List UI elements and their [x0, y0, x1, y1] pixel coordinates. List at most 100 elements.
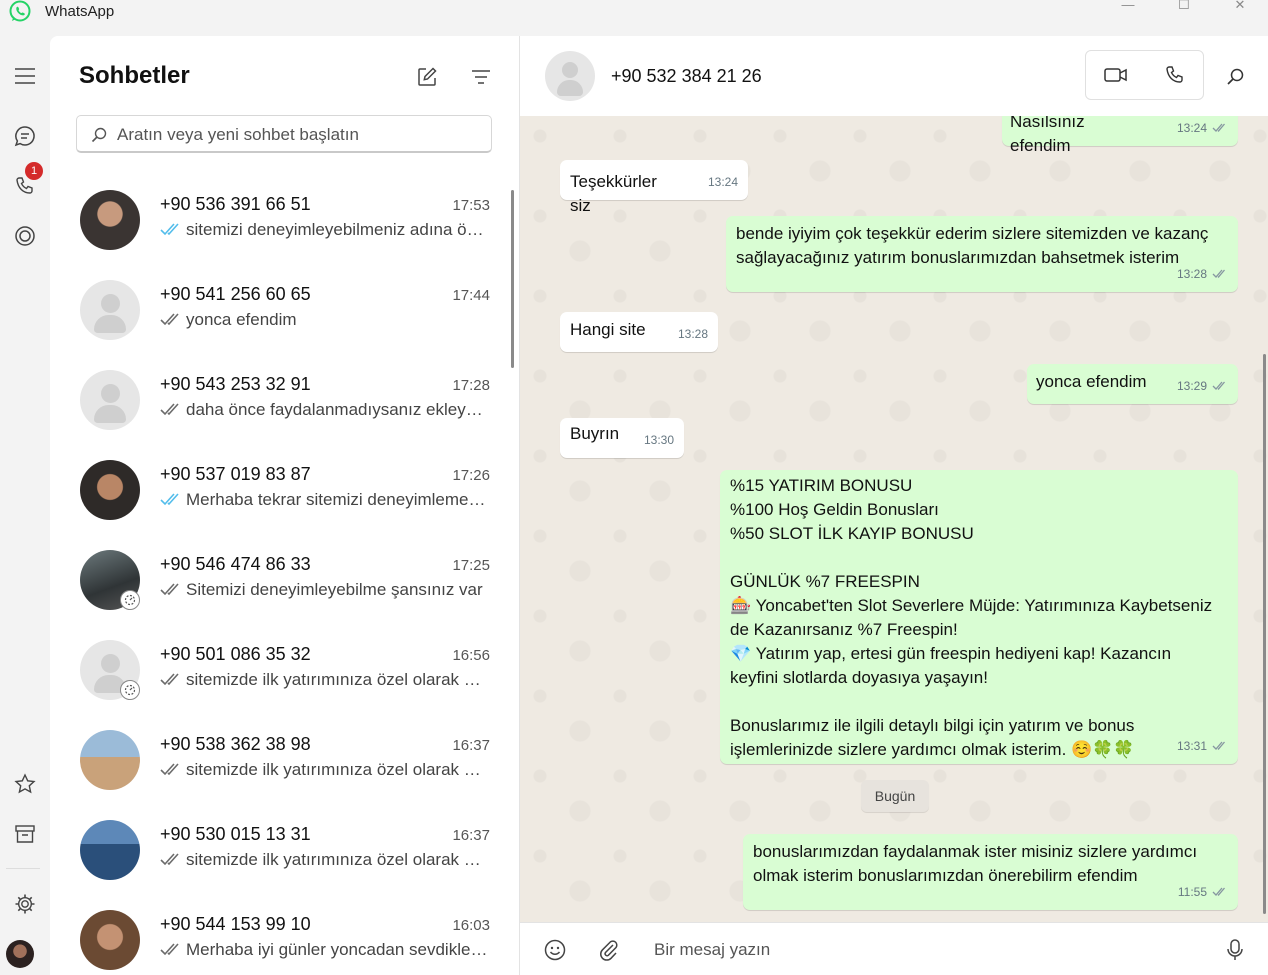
chat-preview: sitemizde ilk yatırımınıza özel olarak b… — [160, 760, 490, 781]
chat-preview: yonca efendim — [160, 310, 490, 331]
chat-preview-text: sitemizde ilk yatırımınıza özel olarak b… — [186, 670, 490, 689]
delivered-receipt-icon — [1212, 734, 1228, 758]
disappearing-timer-icon — [120, 590, 140, 610]
incoming-message[interactable]: Teşekkürler siz 13:24 — [560, 160, 748, 215]
chat-list-item[interactable]: +90 537 019 83 87 17:26 Merhaba tekrar sit… — [80, 460, 490, 540]
search-in-chat-button[interactable] — [1220, 62, 1250, 92]
chats-nav-button[interactable] — [7, 118, 43, 154]
delivered-receipt-icon — [160, 311, 182, 331]
close-button[interactable]: ✕ — [1217, 0, 1263, 14]
message-meta: 13:31 — [1177, 734, 1228, 758]
chat-list-item[interactable]: +90 544 153 99 10 16:03 Merhaba iyi günler… — [80, 910, 490, 975]
menu-button[interactable] — [7, 58, 43, 94]
emoji-button[interactable] — [540, 935, 570, 965]
chat-list-item[interactable]: +90 536 391 66 51 17:53 sitemizi deneyimle… — [80, 190, 490, 270]
search-box[interactable] — [76, 115, 492, 154]
chat-list-item[interactable]: +90 543 253 32 91 17:28 daha önce faydalan… — [80, 370, 490, 450]
delivered-receipt-icon — [1212, 262, 1228, 286]
outgoing-message[interactable]: bonuslarımızdan faydalanmak ister misini… — [743, 834, 1238, 910]
attach-button[interactable] — [594, 935, 624, 965]
chat-preview: daha önce faydalanmadıysanız ekleyebilir… — [160, 400, 490, 421]
profile-avatar[interactable] — [6, 940, 34, 968]
phone-icon — [1165, 66, 1183, 83]
star-icon — [14, 773, 36, 794]
chat-preview: Sitemizi deneyimleyebilme şansınız var — [160, 580, 490, 601]
chat-avatar — [80, 190, 140, 250]
delivered-receipt-icon — [1212, 880, 1228, 904]
delivered-receipt-icon — [160, 941, 182, 961]
chat-preview-text: Merhaba tekrar sitemizi deneyimlemek ist… — [186, 490, 490, 509]
voice-message-button[interactable] — [1220, 935, 1250, 965]
message-text: Hangi site — [570, 320, 646, 339]
calls-nav-button[interactable]: 1 — [7, 162, 43, 204]
chat-preview-text: Sitemizi deneyimleyebilme şansınız var — [186, 580, 483, 599]
chat-list-item[interactable]: +90 530 015 13 31 16:37 sitemizde ilk yatı… — [80, 820, 490, 900]
day-separator: Bugün — [861, 780, 929, 812]
filter-button[interactable] — [466, 62, 496, 92]
contact-avatar[interactable] — [545, 51, 595, 101]
message-scrollbar[interactable] — [1263, 354, 1266, 914]
chat-preview: Merhaba iyi günler yoncadan sevdiklerini… — [160, 940, 490, 961]
chat-preview: Merhaba tekrar sitemizi deneyimlemek ist… — [160, 490, 490, 511]
new-chat-button[interactable] — [412, 62, 442, 92]
search-input[interactable] — [115, 116, 479, 154]
chat-list-item[interactable]: +90 541 256 60 65 17:44 yonca efendim — [80, 280, 490, 360]
message-time: 13:28 — [677, 327, 708, 341]
chat-name: +90 546 474 86 33 — [160, 554, 311, 574]
status-nav-button[interactable] — [7, 218, 43, 254]
chat-time: 17:26 — [452, 467, 490, 484]
search-icon — [91, 127, 107, 143]
search-icon — [1227, 68, 1244, 85]
chat-list-item[interactable]: +90 546 474 86 33 17:25 Sitemizi deneyimle… — [80, 550, 490, 630]
settings-button[interactable] — [7, 886, 43, 922]
chat-name: +90 537 019 83 87 — [160, 464, 311, 484]
chat-avatar — [80, 460, 140, 520]
chat-name: +90 541 256 60 65 — [160, 284, 311, 304]
outgoing-message[interactable]: yonca efendim 13:29 — [1027, 364, 1238, 404]
delivered-receipt-icon — [160, 401, 182, 421]
maximize-button[interactable]: ☐ — [1161, 0, 1207, 14]
hamburger-icon — [15, 68, 35, 84]
message-time: 13:29 — [1176, 379, 1207, 393]
filter-icon — [472, 70, 490, 84]
message-meta: 13:28 — [678, 322, 708, 346]
message-meta: 13:29 — [1177, 374, 1228, 398]
message-text: bende iyiyim çok teşekkür ederim sizlere… — [736, 224, 1209, 267]
minimize-button[interactable]: — — [1105, 0, 1151, 14]
chat-name: +90 530 015 13 31 — [160, 824, 311, 844]
message-time: 13:31 — [1176, 739, 1207, 753]
starred-messages-button[interactable] — [7, 766, 43, 802]
nav-rail: 1 — [0, 36, 50, 975]
message-text: Buyrın — [570, 424, 620, 443]
message-time: 13:24 — [707, 175, 738, 189]
outgoing-message[interactable]: Nasılsınız efendim 13:24 — [1002, 116, 1238, 155]
outgoing-message[interactable]: %15 YATIRIM BONUSU %100 Hoş Geldin Bonus… — [720, 470, 1238, 764]
chat-list-item[interactable]: +90 538 362 38 98 16:37 sitemizde ilk yatı… — [80, 730, 490, 810]
message-meta: 13:30 — [644, 428, 674, 452]
outgoing-message[interactable]: bende iyiyim çok teşekkür ederim sizlere… — [726, 216, 1238, 292]
chat-list-scrollbar[interactable] — [511, 190, 514, 368]
chat-time: 16:37 — [452, 827, 490, 844]
chat-time: 16:37 — [452, 737, 490, 754]
paperclip-icon — [600, 940, 618, 961]
message-text: Teşekkürler siz — [570, 172, 662, 215]
message-input[interactable] — [652, 931, 1196, 969]
chat-preview-text: yonca efendim — [186, 310, 297, 329]
chat-avatar — [80, 820, 140, 880]
incoming-message[interactable]: Hangi site 13:28 — [560, 312, 718, 352]
conversation-header[interactable]: +90 532 384 21 26 — [520, 36, 1268, 117]
chat-preview-text: daha önce faydalanmadıysanız ekleyebilir… — [186, 400, 490, 419]
message-text: Nasılsınız efendim — [1010, 116, 1090, 155]
chat-name: +90 501 086 35 32 — [160, 644, 311, 664]
video-call-button[interactable] — [1086, 51, 1145, 99]
read-receipt-icon — [160, 221, 182, 241]
archived-button[interactable] — [7, 816, 43, 852]
contact-name[interactable]: +90 532 384 21 26 — [611, 66, 762, 87]
voice-call-button[interactable] — [1145, 51, 1204, 99]
whatsapp-logo-icon — [9, 0, 31, 22]
chat-name: +90 538 362 38 98 — [160, 734, 311, 754]
message-text: %15 YATIRIM BONUSU %100 Hoş Geldin Bonus… — [730, 476, 1213, 759]
incoming-message[interactable]: Buyrın 13:30 — [560, 418, 684, 458]
delivered-receipt-icon — [1212, 374, 1228, 398]
chat-list-item[interactable]: +90 501 086 35 32 16:56 sitemizde ilk yatı… — [80, 640, 490, 720]
